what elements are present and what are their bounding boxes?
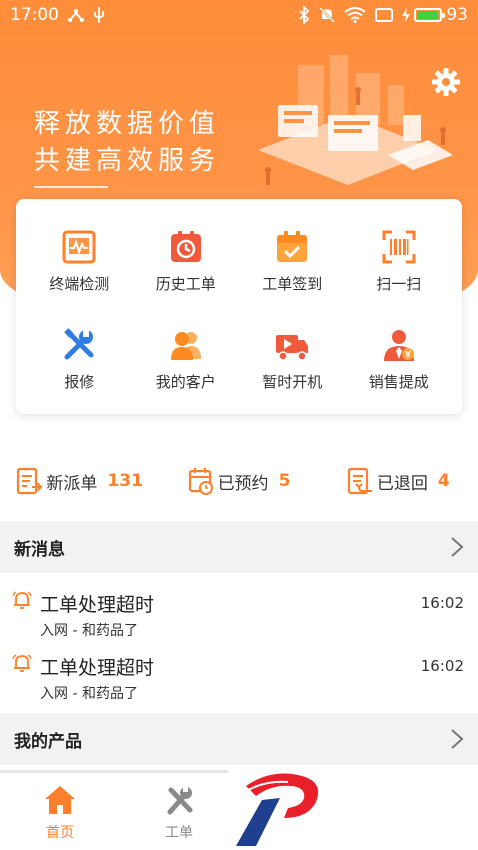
quick-action-scan[interactable]: 扫一扫 — [346, 213, 453, 311]
message-item[interactable]: 工单处理超时 入网 - 和药品了 16:02 — [0, 637, 478, 702]
returned-order-icon — [347, 467, 372, 495]
message-time: 16:02 — [420, 594, 464, 612]
quick-action-label: 历史工单 — [155, 275, 216, 293]
quick-action-label: 终端检测 — [49, 275, 110, 293]
quick-action-terminal-check[interactable]: 终端检测 — [26, 213, 133, 311]
counter-label: 新派单 — [46, 473, 98, 494]
quick-action-customers[interactable]: 我的客户 — [133, 311, 240, 409]
chevron-right-icon — [451, 537, 464, 557]
new-order-icon — [17, 467, 43, 495]
status-time: 17:00 — [10, 5, 59, 25]
quick-action-label: 暂时开机 — [262, 372, 323, 391]
message-subtitle: 入网 - 和药品了 — [40, 686, 138, 702]
sales-commission-icon — [383, 329, 414, 361]
repair-tools-icon — [64, 327, 94, 359]
scan-icon — [382, 230, 416, 264]
counter-reserved[interactable]: 已预约 5 — [159, 467, 318, 495]
quick-action-label: 我的客户 — [155, 372, 216, 391]
battery-level: 93 — [446, 5, 468, 25]
slogan-line-1: 释放数据价值 — [34, 109, 221, 139]
counter-label: 已退回 — [376, 473, 428, 494]
quick-action-label: 报修 — [64, 372, 95, 391]
counter-new-dispatch[interactable]: 新派单 131 — [0, 467, 159, 495]
counter-value: 131 — [107, 471, 143, 491]
slogan-divider — [34, 186, 108, 188]
new-messages-header[interactable]: 新消息 — [0, 521, 478, 573]
message-item[interactable]: 工单处理超时 入网 - 和药品了 16:02 — [0, 574, 478, 639]
nav-home[interactable]: 首页 — [20, 784, 100, 842]
mute-icon — [319, 7, 336, 23]
counter-returned[interactable]: 已退回 4 — [319, 467, 478, 495]
calendar-check-icon — [277, 231, 308, 262]
my-products-header[interactable]: 我的产品 — [0, 713, 478, 765]
section-title: 我的产品 — [14, 731, 82, 752]
bell-icon — [12, 654, 32, 672]
bottom-nav-divider — [0, 770, 228, 773]
wifi-icon — [344, 7, 366, 23]
quick-action-temp-power-on[interactable]: 暂时开机 — [239, 311, 346, 409]
nav-label: 工单 — [165, 825, 193, 841]
nav-label: 首页 — [46, 825, 74, 841]
usb-tether-icon — [68, 9, 84, 22]
section-title: 新消息 — [14, 539, 65, 560]
battery-indicator: 93 — [402, 5, 468, 25]
bluetooth-icon — [299, 6, 310, 24]
counter-label: 已预约 — [217, 473, 269, 494]
bell-icon — [12, 591, 32, 609]
message-time: 16:02 — [420, 657, 464, 675]
home-icon — [45, 786, 75, 814]
quick-action-label: 扫一扫 — [376, 275, 422, 293]
nav-work-orders[interactable]: 工单 — [139, 784, 219, 842]
status-bar: 17:00 93 — [0, 0, 478, 30]
quick-action-label: 销售提成 — [368, 372, 429, 391]
customers-icon — [170, 331, 201, 360]
message-title: 工单处理超时 — [40, 657, 155, 679]
quick-action-label: 工单签到 — [262, 275, 323, 293]
banner-slogan: 释放数据价值 共建高效服务 — [34, 106, 220, 180]
chevron-right-icon — [451, 729, 464, 749]
quick-action-history-orders[interactable]: 历史工单 — [133, 213, 240, 311]
tools-icon — [167, 786, 193, 815]
message-title: 工单处理超时 — [40, 594, 155, 616]
counter-value: 4 — [437, 471, 450, 491]
quick-action-repair[interactable]: 报修 — [26, 311, 133, 409]
reserved-calendar-icon — [188, 468, 213, 495]
counter-value: 5 — [278, 471, 291, 491]
brand-logo — [236, 773, 319, 846]
terminal-check-icon — [62, 230, 96, 264]
quick-action-sales-commission[interactable]: 销售提成 — [346, 311, 453, 409]
order-counters: 新派单 131 已预约 5 已退回 4 — [0, 441, 478, 521]
usb-icon — [94, 7, 104, 23]
slogan-line-2: 共建高效服务 — [34, 146, 221, 176]
screen-icon — [375, 8, 394, 22]
gear-icon[interactable] — [430, 66, 462, 98]
truck-play-icon — [276, 334, 309, 361]
charging-icon — [402, 8, 411, 22]
history-order-icon — [170, 231, 201, 262]
quick-action-check-in[interactable]: 工单签到 — [239, 213, 346, 311]
quick-actions-panel: 终端检测 历史工单 工单签到 扫一扫 报修 我的客户 暂时开机 销售提成 — [16, 199, 462, 414]
